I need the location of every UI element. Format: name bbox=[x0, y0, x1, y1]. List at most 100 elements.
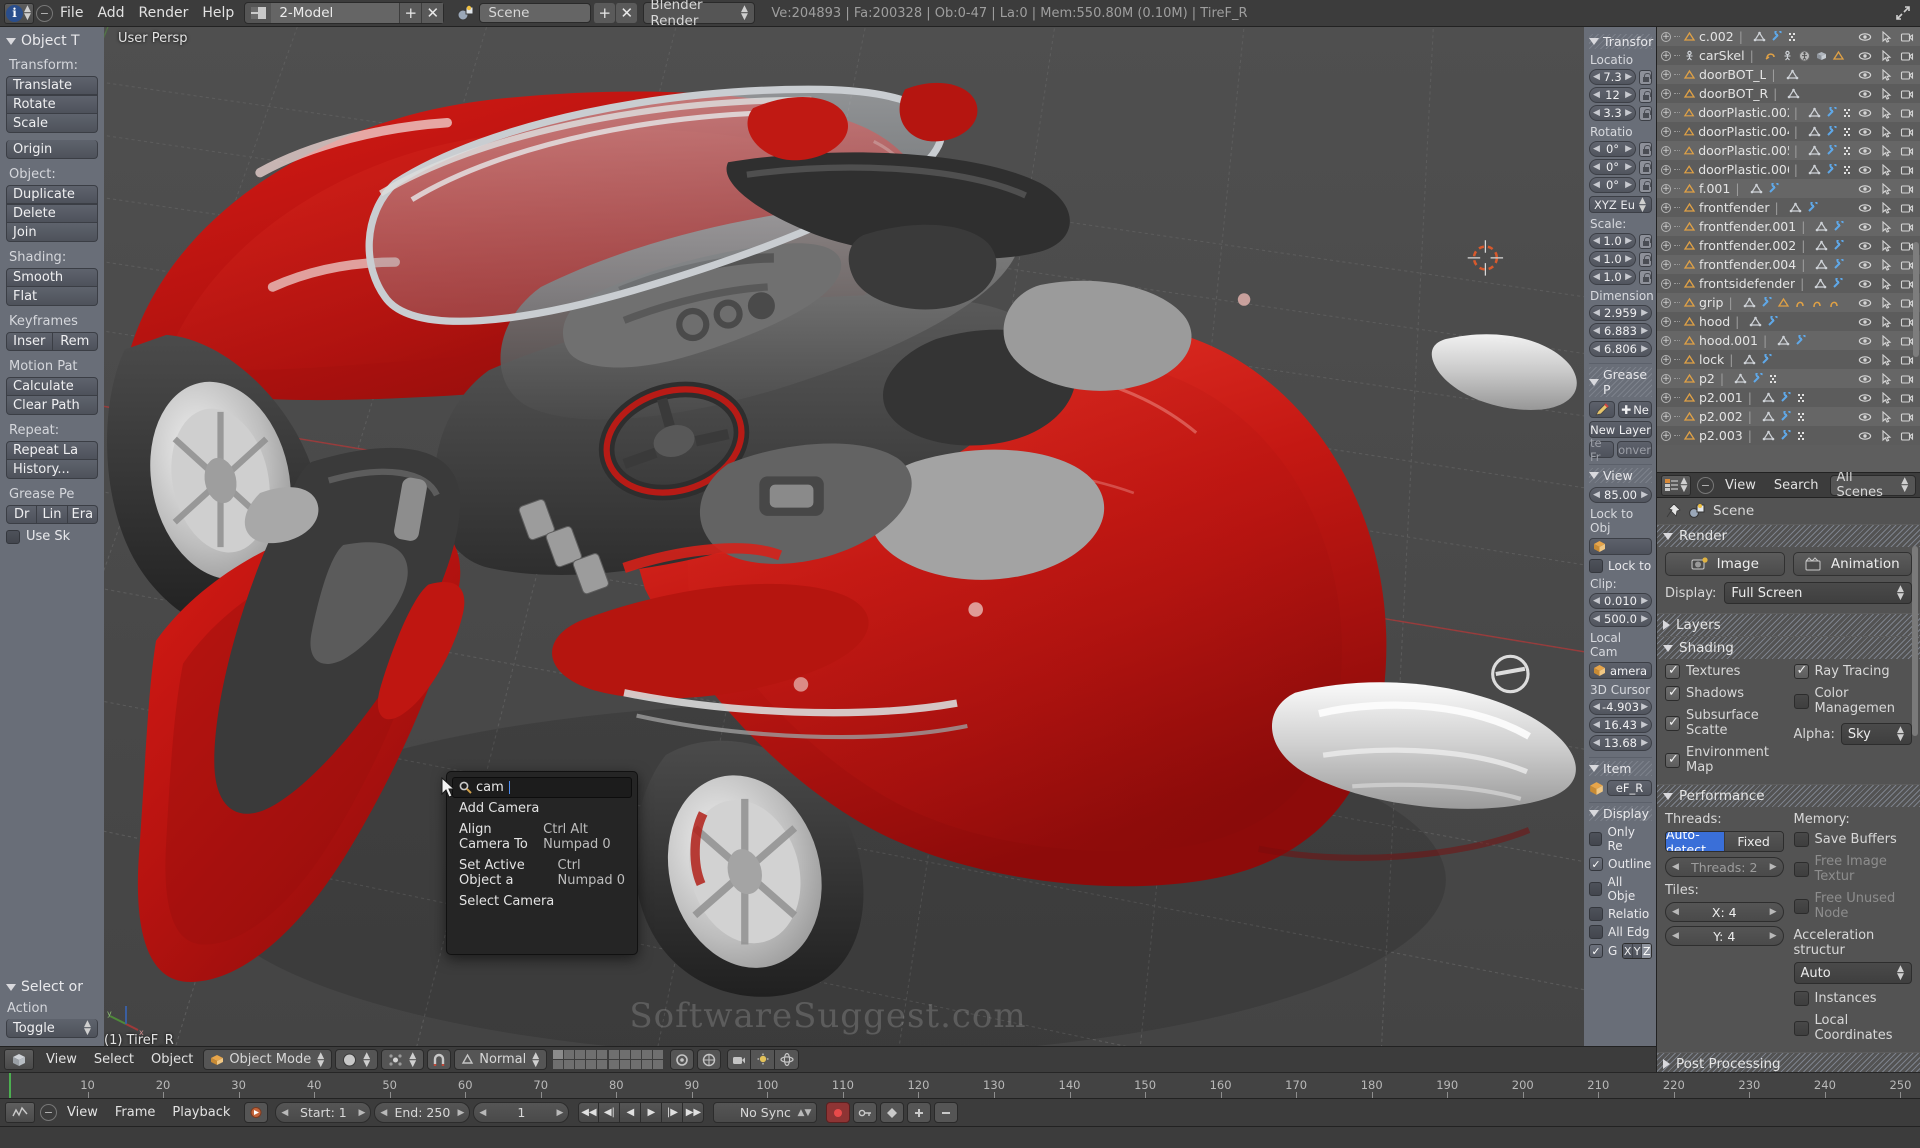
eye-icon[interactable] bbox=[1858, 316, 1872, 328]
lamp-icon[interactable] bbox=[751, 1049, 776, 1070]
alpha-mode-selector[interactable]: Sky ▲ ▼ bbox=[1840, 723, 1912, 745]
outliner-row[interactable]: + doorBOT_R | bbox=[1657, 84, 1920, 103]
outliner-row[interactable]: + f.001 | bbox=[1657, 179, 1920, 198]
outliner-item-name[interactable]: doorPlastic.004 bbox=[1698, 124, 1789, 139]
viewport-shading-selector[interactable]: ▲ ▼ bbox=[335, 1049, 379, 1070]
menu-item-set-active-object-as-camera[interactable]: Set Active Object a Ctrl Numpad 0 bbox=[452, 855, 632, 891]
timeline-playhead[interactable] bbox=[9, 1073, 11, 1098]
cursor-arrow-icon[interactable] bbox=[1879, 239, 1893, 252]
translate-button[interactable]: Translate bbox=[6, 76, 98, 95]
post-processing-section-header[interactable]: Post Processing bbox=[1657, 1052, 1920, 1072]
eye-icon[interactable] bbox=[1858, 240, 1872, 252]
all-object-origins-checkbox[interactable]: All Obje bbox=[1589, 875, 1652, 903]
transform-panel-header[interactable]: Transfor bbox=[1589, 34, 1653, 49]
menu-item-align-camera-to-view[interactable]: Align Camera To Ctrl Alt Numpad 0 bbox=[452, 819, 632, 855]
transform-orientation-selector[interactable]: Normal ▲ ▼ bbox=[454, 1049, 548, 1070]
outliner-row[interactable]: + frontfender.002 | bbox=[1657, 236, 1920, 255]
eye-icon[interactable] bbox=[1858, 297, 1872, 309]
cursor-arrow-icon[interactable] bbox=[1879, 315, 1893, 328]
toolshelf-panel-header[interactable]: Object T bbox=[6, 33, 98, 49]
rotation-z-field[interactable]: ◀ 0° ▶ bbox=[1589, 177, 1636, 193]
camera-icon[interactable] bbox=[1900, 392, 1914, 404]
gp-erase-button[interactable]: Era bbox=[67, 505, 98, 524]
eye-icon[interactable] bbox=[1858, 88, 1872, 100]
keying-set-icon[interactable] bbox=[880, 1102, 905, 1123]
cursor-arrow-icon[interactable] bbox=[1879, 144, 1893, 157]
expand-toggle-icon[interactable]: + bbox=[1661, 430, 1671, 441]
cursor-arrow-icon[interactable] bbox=[1879, 296, 1893, 309]
scene-name-field[interactable]: Scene bbox=[479, 3, 592, 23]
render-image-button[interactable]: Image bbox=[1665, 552, 1785, 576]
item-object-name-field[interactable]: eF_R bbox=[1607, 780, 1652, 796]
outliner-item-name[interactable]: frontsidefender bbox=[1699, 276, 1795, 291]
expand-toggle-icon[interactable]: + bbox=[1661, 88, 1671, 99]
pencil-icon[interactable] bbox=[1589, 401, 1615, 418]
save-buffers-checkbox[interactable]: Save Buffers bbox=[1793, 832, 1913, 847]
snap-magnet-icon[interactable] bbox=[427, 1049, 452, 1070]
pivot-point-selector[interactable]: ▲ ▼ bbox=[381, 1049, 425, 1070]
outliner-row[interactable]: + carSkel | bbox=[1657, 46, 1920, 65]
outliner-row[interactable]: + frontfender | bbox=[1657, 198, 1920, 217]
rotation-y-field[interactable]: ◀ 0° ▶ bbox=[1589, 159, 1636, 175]
eye-icon[interactable] bbox=[1858, 183, 1872, 195]
outliner-item-name[interactable]: hood bbox=[1699, 314, 1730, 329]
gp-line-button[interactable]: Lin bbox=[37, 505, 68, 524]
clip-end-field[interactable]: ◀ 500.0 ▶ bbox=[1589, 611, 1652, 627]
outliner-item-name[interactable]: carSkel bbox=[1699, 48, 1745, 63]
sync-mode-selector[interactable]: No Sync ▲▼ bbox=[713, 1102, 818, 1123]
eye-icon[interactable] bbox=[1858, 430, 1872, 442]
shadows-checkbox[interactable]: Shadows bbox=[1665, 685, 1784, 701]
expand-toggle-icon[interactable]: + bbox=[1661, 221, 1671, 232]
eye-icon[interactable] bbox=[1858, 259, 1872, 271]
flat-button[interactable]: Flat bbox=[6, 287, 98, 306]
outliner-row[interactable]: + p2.002 | bbox=[1657, 407, 1920, 426]
eye-icon[interactable] bbox=[1858, 126, 1872, 138]
eye-icon[interactable] bbox=[1858, 221, 1872, 233]
collapse-icon[interactable]: − bbox=[1697, 476, 1714, 494]
outliner-scrollbar[interactable] bbox=[1913, 242, 1919, 357]
cursor-arrow-icon[interactable] bbox=[1879, 182, 1893, 195]
axis-y-toggle[interactable]: Y bbox=[1631, 944, 1642, 958]
delete-button[interactable]: Delete bbox=[6, 204, 98, 223]
expand-toggle-icon[interactable]: + bbox=[1661, 335, 1671, 346]
footer-menu-object[interactable]: Object bbox=[144, 1050, 200, 1070]
camera-icon[interactable] bbox=[1900, 430, 1914, 442]
convert-button[interactable]: onver bbox=[1617, 441, 1652, 458]
eye-icon[interactable] bbox=[1858, 411, 1872, 423]
location-y-field[interactable]: ◀ 12 ▶ bbox=[1589, 87, 1636, 103]
cursor-arrow-icon[interactable] bbox=[1879, 334, 1893, 347]
repeat-last-button[interactable]: Repeat La bbox=[6, 441, 98, 460]
cursor-arrow-icon[interactable] bbox=[1879, 87, 1893, 100]
outliner-row[interactable]: + p2.001 | bbox=[1657, 388, 1920, 407]
autokey-mode-icon[interactable] bbox=[853, 1102, 878, 1123]
lock-rotation-y-icon[interactable] bbox=[1639, 159, 1652, 175]
environment-map-checkbox[interactable]: Environment Map bbox=[1665, 745, 1784, 775]
menu-item-select-camera[interactable]: Select Camera bbox=[452, 891, 632, 912]
outliner-item-name[interactable]: doorBOT_R bbox=[1699, 86, 1768, 101]
outliner-row[interactable]: + frontfender.001 | bbox=[1657, 217, 1920, 236]
lock-rotation-x-icon[interactable] bbox=[1639, 141, 1652, 157]
eye-icon[interactable] bbox=[1858, 392, 1872, 404]
camera-icon[interactable] bbox=[1900, 411, 1914, 423]
props-menu-search[interactable]: Search bbox=[1767, 475, 1826, 495]
cursor-arrow-icon[interactable] bbox=[1879, 106, 1893, 119]
scale-y-field[interactable]: ◀ 1.0 ▶ bbox=[1589, 251, 1636, 267]
camera-icon[interactable] bbox=[727, 1049, 752, 1070]
physics-icon[interactable] bbox=[775, 1049, 800, 1070]
eye-icon[interactable] bbox=[1858, 69, 1872, 81]
previous-keyframe-button[interactable]: ◀| bbox=[599, 1102, 621, 1123]
history-button[interactable]: History... bbox=[6, 460, 98, 479]
expand-toggle-icon[interactable]: + bbox=[1661, 392, 1671, 403]
outliner-row[interactable]: + p2 | bbox=[1657, 369, 1920, 388]
camera-icon[interactable] bbox=[1900, 107, 1914, 119]
acceleration-structure-selector[interactable]: Auto ▲ ▼ bbox=[1793, 962, 1912, 984]
cursor-arrow-icon[interactable] bbox=[1879, 372, 1893, 385]
start-frame-field[interactable]: ◀ Start: 1 ▶ bbox=[275, 1102, 372, 1123]
outliner-row[interactable]: + frontfender.004 | bbox=[1657, 255, 1920, 274]
origin-button[interactable]: Origin bbox=[6, 140, 98, 159]
local-camera-field[interactable]: amera bbox=[1589, 662, 1652, 679]
threads-count-field[interactable]: ◀ Threads: 2 ▶ bbox=[1665, 857, 1784, 877]
camera-icon[interactable] bbox=[1900, 297, 1914, 309]
footer-menu-select[interactable]: Select bbox=[87, 1050, 141, 1070]
textures-checkbox[interactable]: Textures bbox=[1665, 663, 1784, 679]
